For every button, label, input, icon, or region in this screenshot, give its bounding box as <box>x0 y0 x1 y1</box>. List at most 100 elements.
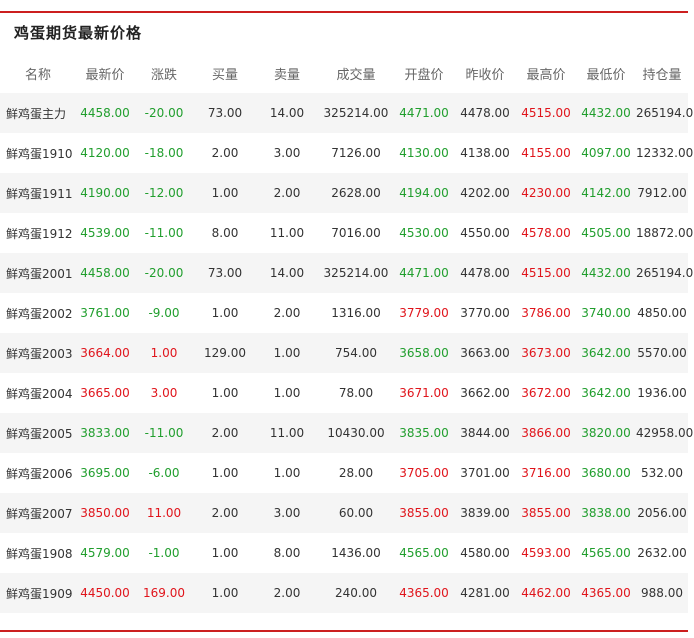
cell-change: -20.00 <box>134 93 194 133</box>
cell-high: 4578.00 <box>516 213 576 253</box>
header-bid-volume: 买量 <box>211 67 238 83</box>
header-open: 开盘价 <box>404 67 444 83</box>
table-row[interactable]: 鲜鸡蛋2003 3664.00 1.00 129.00 1.00 754.00 3658.0… <box>0 333 688 373</box>
cell-open-interest: 265194.00 <box>636 93 694 133</box>
cell-prev-close: 4478.00 <box>454 93 516 133</box>
cell-ask-volume: 14.00 <box>256 253 318 293</box>
cell-name[interactable]: 鲜鸡蛋1909 <box>0 573 76 613</box>
table-row[interactable]: 鲜鸡蛋2006 3695.00 -6.00 1.00 1.00 28.00 3705.00 3… <box>0 453 688 493</box>
cell-high: 3716.00 <box>516 453 576 493</box>
cell-open: 3779.00 <box>394 293 454 333</box>
header-change: 涨跌 <box>150 67 177 83</box>
cell-change: 11.00 <box>134 493 194 533</box>
table-row[interactable]: 鲜鸡蛋1911 4190.00 -12.00 1.00 2.00 2628.00 4194.… <box>0 173 688 213</box>
cell-latest: 4120.00 <box>76 133 134 173</box>
table-row[interactable]: 鲜鸡蛋2004 3665.00 3.00 1.00 1.00 78.00 3671.00 36… <box>0 373 688 413</box>
cell-open: 4471.00 <box>394 93 454 133</box>
cell-volume: 240.00 <box>318 573 394 613</box>
cell-low: 4432.00 <box>576 253 636 293</box>
cell-bid-volume: 1.00 <box>194 373 256 413</box>
cell-open-interest: 988.00 <box>636 573 688 613</box>
cell-low: 3820.00 <box>576 413 636 453</box>
cell-high: 3855.00 <box>516 493 576 533</box>
table-row[interactable]: 鲜鸡蛋2001 4458.00 -20.00 73.00 14.00 325214.00 4… <box>0 253 694 293</box>
cell-change: -18.00 <box>134 133 194 173</box>
cell-name[interactable]: 鲜鸡蛋2001 <box>0 253 76 293</box>
cell-ask-volume: 2.00 <box>256 173 318 213</box>
cell-bid-volume: 129.00 <box>194 333 256 373</box>
table-row[interactable]: 鲜鸡蛋主力 4458.00 -20.00 73.00 14.00 325214.00 447… <box>0 93 694 133</box>
cell-open-interest: 1936.00 <box>636 373 688 413</box>
cell-ask-volume: 1.00 <box>256 453 318 493</box>
cell-latest: 4458.00 <box>76 93 134 133</box>
table-row[interactable]: 鲜鸡蛋1912 4539.00 -11.00 8.00 11.00 7016.00 4530… <box>0 213 693 253</box>
cell-open: 3705.00 <box>394 453 454 493</box>
cell-open-interest: 2056.00 <box>636 493 688 533</box>
cell-volume: 7016.00 <box>318 213 394 253</box>
cell-bid-volume: 73.00 <box>194 93 256 133</box>
table-row[interactable]: 鲜鸡蛋1909 4450.00 169.00 1.00 2.00 240.00 4365.0… <box>0 573 688 613</box>
cell-name[interactable]: 鲜鸡蛋1908 <box>0 533 76 573</box>
cell-name[interactable]: 鲜鸡蛋2002 <box>0 293 76 333</box>
cell-high: 3866.00 <box>516 413 576 453</box>
cell-open-interest: 5570.00 <box>636 333 688 373</box>
cell-name[interactable]: 鲜鸡蛋1911 <box>0 173 76 213</box>
cell-high: 4230.00 <box>516 173 576 213</box>
cell-volume: 10430.00 <box>318 413 394 453</box>
cell-bid-volume: 8.00 <box>194 213 256 253</box>
cell-low: 4505.00 <box>576 213 636 253</box>
futures-price-panel: 鸡蛋期货最新价格 名称 最新价 涨跌 买量 卖量 成交量 开盘价 昨收价 最高价… <box>0 0 694 638</box>
cell-low: 4097.00 <box>576 133 636 173</box>
header-high: 最高价 <box>526 67 566 83</box>
cell-high: 4593.00 <box>516 533 576 573</box>
cell-ask-volume: 1.00 <box>256 333 318 373</box>
cell-bid-volume: 1.00 <box>194 533 256 573</box>
cell-name[interactable]: 鲜鸡蛋主力 <box>0 93 76 133</box>
cell-low: 3642.00 <box>576 373 636 413</box>
cell-name[interactable]: 鲜鸡蛋2004 <box>0 373 76 413</box>
cell-name[interactable]: 鲜鸡蛋2003 <box>0 333 76 373</box>
cell-low: 4432.00 <box>576 93 636 133</box>
cell-latest: 3850.00 <box>76 493 134 533</box>
cell-prev-close: 4281.00 <box>454 573 516 613</box>
cell-high: 4515.00 <box>516 253 576 293</box>
table-row[interactable]: 鲜鸡蛋2002 3761.00 -9.00 1.00 2.00 1316.00 3779.0… <box>0 293 688 333</box>
cell-name[interactable]: 鲜鸡蛋2006 <box>0 453 76 493</box>
cell-ask-volume: 1.00 <box>256 373 318 413</box>
header-volume: 成交量 <box>336 67 376 83</box>
cell-open-interest: 42958.00 <box>636 413 693 453</box>
cell-latest: 4190.00 <box>76 173 134 213</box>
table-header-row: 名称 最新价 涨跌 买量 卖量 成交量 开盘价 昨收价 最高价 最低价 持仓量 <box>0 53 688 93</box>
cell-open: 3671.00 <box>394 373 454 413</box>
cell-volume: 28.00 <box>318 453 394 493</box>
cell-name[interactable]: 鲜鸡蛋1910 <box>0 133 76 173</box>
cell-high: 4155.00 <box>516 133 576 173</box>
table-row[interactable]: 鲜鸡蛋1908 4579.00 -1.00 1.00 8.00 1436.00 4565.0… <box>0 533 688 573</box>
cell-bid-volume: 2.00 <box>194 133 256 173</box>
cell-prev-close: 3844.00 <box>454 413 516 453</box>
cell-low: 4142.00 <box>576 173 636 213</box>
cell-volume: 1316.00 <box>318 293 394 333</box>
cell-volume: 2628.00 <box>318 173 394 213</box>
table-row[interactable]: 鲜鸡蛋2007 3850.00 11.00 2.00 3.00 60.00 3855.00 3… <box>0 493 688 533</box>
cell-name[interactable]: 鲜鸡蛋1912 <box>0 213 76 253</box>
cell-name[interactable]: 鲜鸡蛋2005 <box>0 413 76 453</box>
table-row[interactable]: 鲜鸡蛋2005 3833.00 -11.00 2.00 11.00 10430.00 383… <box>0 413 693 453</box>
cell-high: 4515.00 <box>516 93 576 133</box>
cell-low: 3642.00 <box>576 333 636 373</box>
cell-volume: 78.00 <box>318 373 394 413</box>
panel-title: 鸡蛋期货最新价格 <box>14 24 143 42</box>
cell-change: 1.00 <box>134 333 194 373</box>
cell-ask-volume: 3.00 <box>256 493 318 533</box>
cell-open-interest: 4850.00 <box>636 293 688 333</box>
cell-prev-close: 3770.00 <box>454 293 516 333</box>
cell-name[interactable]: 鲜鸡蛋2007 <box>0 493 76 533</box>
cell-open: 4194.00 <box>394 173 454 213</box>
cell-open-interest: 2632.00 <box>636 533 688 573</box>
table-row[interactable]: 鲜鸡蛋1910 4120.00 -18.00 2.00 3.00 7126.00 4130.… <box>0 133 693 173</box>
cell-ask-volume: 2.00 <box>256 293 318 333</box>
cell-volume: 325214.00 <box>318 253 394 293</box>
cell-prev-close: 4478.00 <box>454 253 516 293</box>
cell-low: 3838.00 <box>576 493 636 533</box>
cell-volume: 1436.00 <box>318 533 394 573</box>
